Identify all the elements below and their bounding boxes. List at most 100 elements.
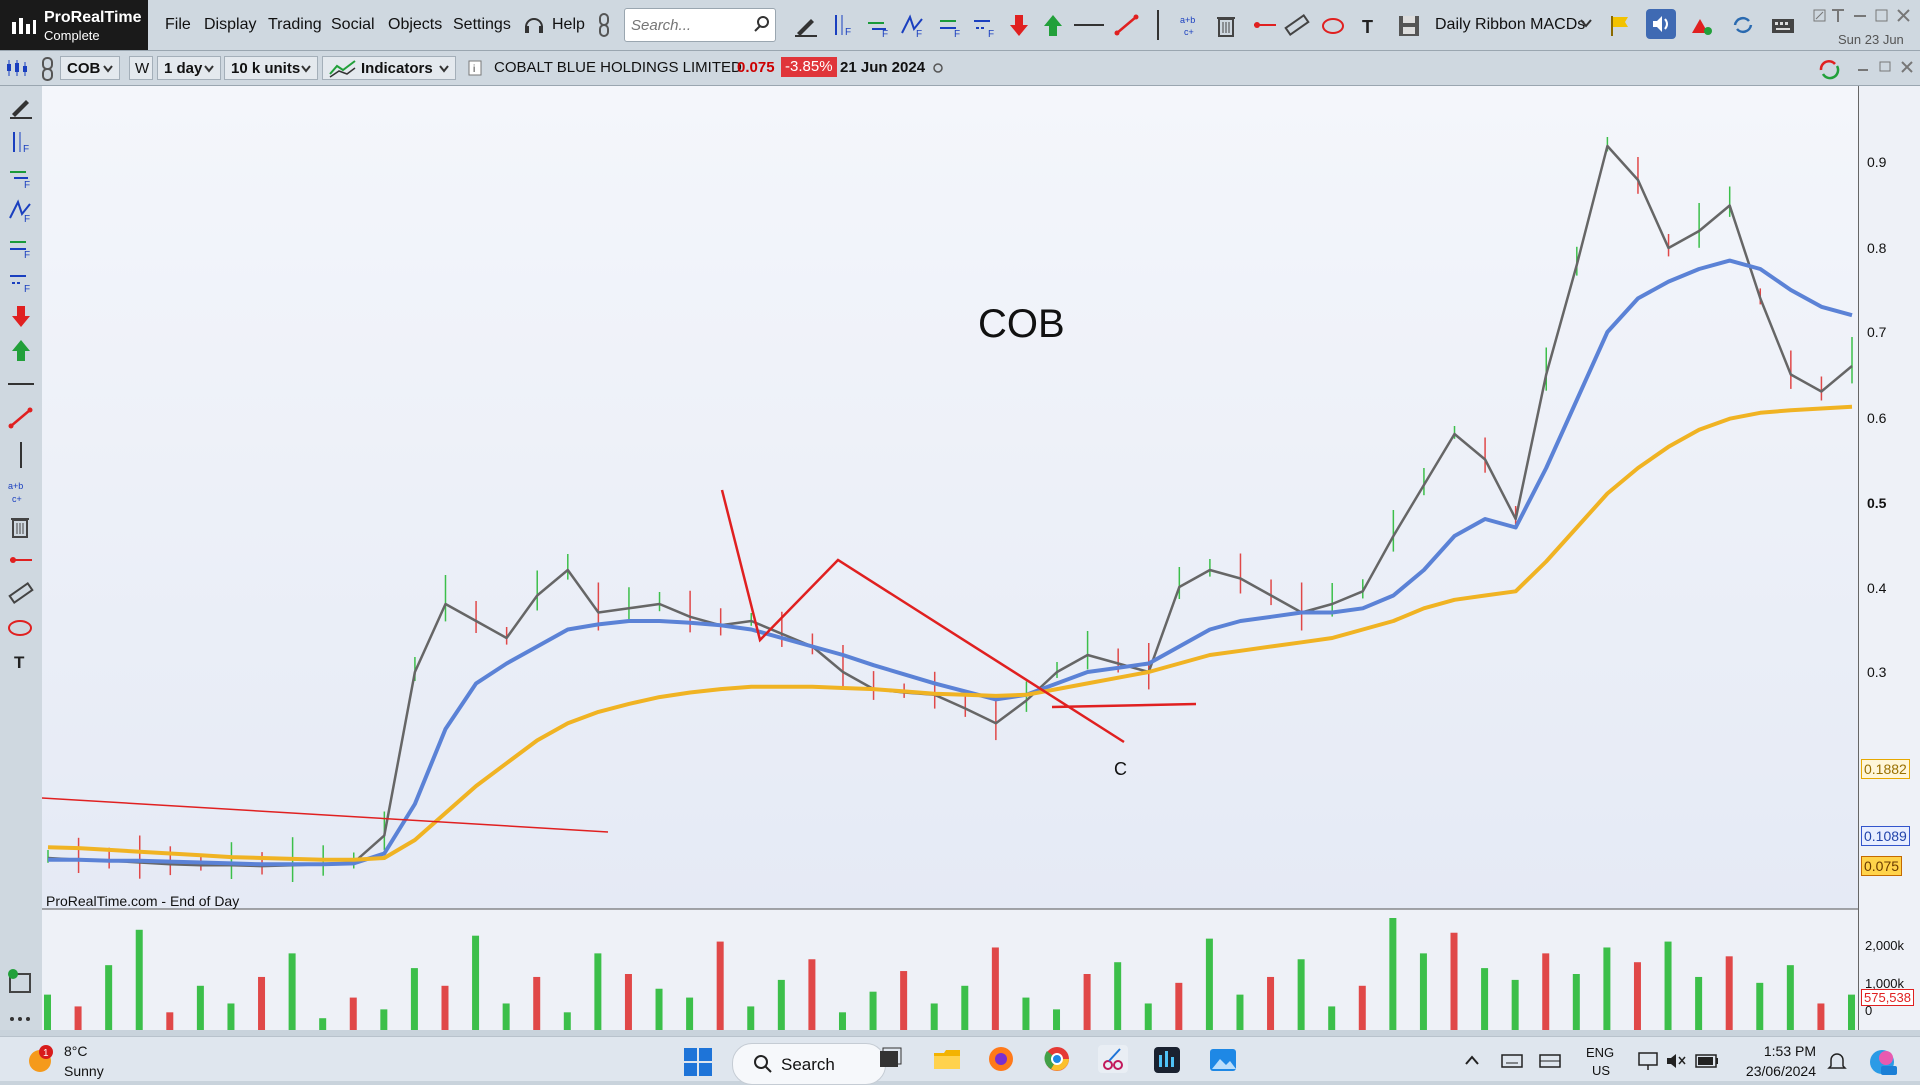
battery-icon[interactable] (1694, 1050, 1720, 1072)
save-layout-icon[interactable] (1396, 13, 1422, 37)
pencil-icon[interactable] (793, 13, 819, 37)
taskbar-search[interactable]: Search (732, 1043, 886, 1085)
volume-muted-icon[interactable] (1664, 1050, 1688, 1072)
menu-file[interactable]: File (165, 16, 191, 34)
fib-retracement-icon[interactable]: F (8, 164, 34, 190)
file-explorer-icon[interactable] (932, 1045, 962, 1073)
link-icon[interactable] (594, 12, 614, 38)
clock-time[interactable]: 1:53 PM (1736, 1043, 1816, 1059)
watchlist-toggle[interactable]: W (129, 56, 153, 80)
search-box[interactable] (624, 8, 776, 42)
refresh-icon[interactable] (1730, 13, 1756, 37)
flag-icon[interactable] (1608, 13, 1634, 37)
link-chain-icon[interactable] (38, 56, 58, 82)
layout-name[interactable]: Daily Ribbon MACDs (1435, 16, 1585, 34)
trash-icon[interactable] (8, 514, 34, 540)
text-tool-icon[interactable]: T (1356, 13, 1382, 37)
search-icon[interactable] (753, 15, 771, 33)
keyboard-icon[interactable] (1770, 13, 1796, 37)
menu-objects[interactable]: Objects (388, 16, 442, 34)
window-controls[interactable] (1812, 6, 1912, 26)
price-axis[interactable]: 0.9 0.8 0.7 0.6 0.5 0.4 0.3 0.1882 0.108… (1858, 86, 1920, 1030)
ruler-icon[interactable] (1284, 13, 1310, 37)
vertical-line-icon[interactable]: F (830, 13, 856, 37)
buy-arrow-icon[interactable] (8, 338, 34, 364)
fib-projection-icon[interactable]: F (8, 234, 34, 260)
trendline-icon[interactable] (1114, 13, 1140, 37)
abc-label-icon[interactable]: a+b c+ (6, 478, 36, 506)
more-icon[interactable] (8, 1014, 34, 1024)
language-code[interactable]: ENG (1586, 1045, 1614, 1060)
start-icon[interactable] (682, 1046, 714, 1076)
copilot-icon[interactable] (1866, 1046, 1900, 1078)
chevron-down-icon[interactable] (1580, 18, 1592, 28)
chart-window-controls[interactable] (1818, 56, 1918, 80)
sell-arrow-icon[interactable] (1006, 13, 1032, 37)
text-tool-icon[interactable]: T (10, 648, 32, 674)
segment-icon[interactable] (1252, 13, 1278, 37)
headset-icon[interactable] (522, 13, 546, 37)
fib-retracement-icon[interactable]: F (866, 13, 892, 37)
menu-settings[interactable]: Settings (453, 16, 511, 34)
candles-icon[interactable] (4, 58, 30, 78)
search-input[interactable] (629, 10, 751, 40)
volume-bar (1114, 962, 1122, 1030)
info-icon[interactable]: i (468, 60, 482, 76)
horizontal-line-icon[interactable] (1072, 13, 1106, 37)
marker-ma-short: 0.1089 (1861, 826, 1910, 846)
horizontal-line-icon[interactable] (6, 374, 36, 394)
abc-label-icon[interactable]: a+b c+ (1178, 13, 1204, 37)
fib-projection-icon[interactable]: F (938, 13, 964, 37)
clock-date[interactable]: 23/06/2024 (1736, 1063, 1816, 1079)
snipping-tool-icon[interactable] (1098, 1045, 1128, 1073)
chrome-icon[interactable] (1042, 1045, 1072, 1073)
fib-time-icon[interactable]: F (8, 268, 34, 294)
units-dropdown[interactable]: 10 k units (224, 56, 318, 80)
volume-bar (808, 959, 816, 1030)
buy-arrow-icon[interactable] (1040, 13, 1066, 37)
ellipse-icon[interactable] (1320, 13, 1346, 37)
indicators-button[interactable]: Indicators (322, 56, 456, 80)
volume-bar (227, 1003, 235, 1030)
language-region[interactable]: US (1592, 1063, 1610, 1078)
sell-arrow-icon[interactable] (8, 304, 34, 330)
vertical-ray-icon[interactable] (16, 440, 26, 470)
photos-app-icon[interactable] (1208, 1045, 1238, 1073)
ellipse-icon[interactable] (6, 616, 36, 640)
task-view-icon[interactable] (874, 1045, 904, 1073)
volume-bar (1848, 994, 1855, 1030)
menu-display[interactable]: Display (204, 16, 256, 34)
menu-help[interactable]: Help (552, 16, 585, 34)
weather-icon[interactable]: 1 (24, 1045, 56, 1075)
fib-fan-icon[interactable]: F (8, 198, 34, 224)
symbol-dropdown[interactable]: COB (60, 56, 120, 80)
firefox-icon[interactable] (986, 1045, 1016, 1073)
indicators-icon (329, 60, 356, 78)
fib-time-icon[interactable]: F (972, 13, 998, 37)
volume-bar (624, 974, 632, 1030)
prorealtime-app-icon[interactable] (1152, 1045, 1182, 1073)
status-dot-icon (933, 63, 943, 73)
display-icon[interactable] (1538, 1052, 1562, 1070)
volume-bar (1664, 941, 1672, 1030)
notification-icon[interactable] (1826, 1050, 1848, 1074)
menu-trading[interactable]: Trading (268, 16, 322, 34)
network-icon[interactable] (1636, 1050, 1660, 1072)
alerts-icon[interactable] (1688, 13, 1714, 37)
vertical-line-icon[interactable]: F (8, 130, 34, 156)
menu-social[interactable]: Social (331, 16, 375, 34)
trash-icon[interactable] (1214, 13, 1240, 37)
interval-dropdown[interactable]: 1 day (157, 56, 221, 80)
pencil-icon[interactable] (8, 94, 34, 120)
trendline-icon[interactable] (8, 406, 34, 432)
svg-text:T: T (14, 653, 25, 672)
price-chart[interactable] (42, 86, 1858, 1030)
fib-fan-icon[interactable]: F (900, 13, 926, 37)
segment-icon[interactable] (8, 550, 34, 570)
chevron-up-icon[interactable] (1464, 1054, 1480, 1066)
alert-tool-icon[interactable] (6, 966, 36, 996)
touch-keyboard-icon[interactable] (1500, 1052, 1524, 1070)
sound-button[interactable] (1646, 9, 1676, 39)
ruler-icon[interactable] (8, 580, 34, 606)
interval-value: 1 day (164, 60, 203, 77)
